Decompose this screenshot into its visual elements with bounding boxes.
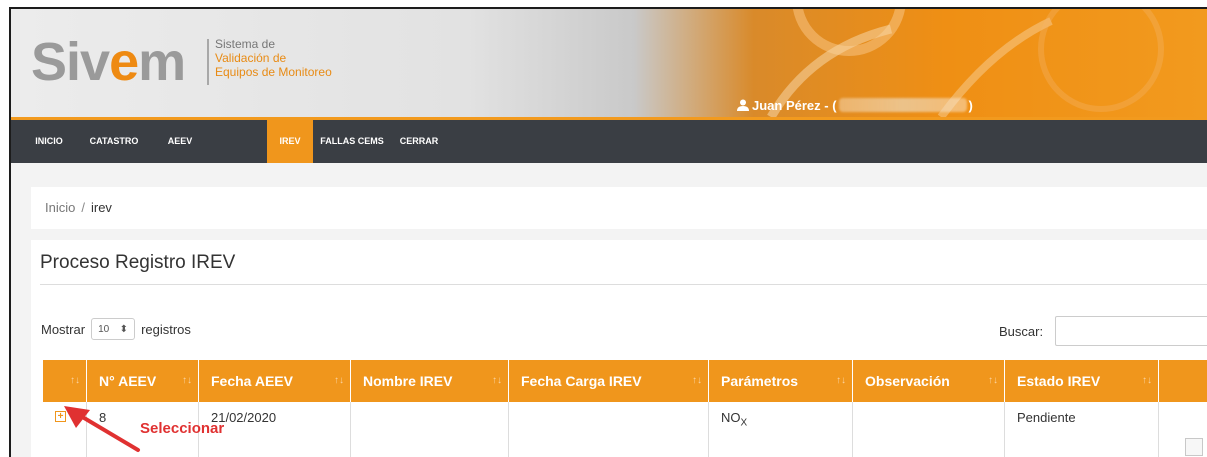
sort-icon: ↑↓ xyxy=(182,375,192,386)
col-observacion[interactable]: Observación ↑↓ xyxy=(853,360,1005,402)
col-parametros[interactable]: Parámetros ↑↓ xyxy=(709,360,853,402)
breadcrumb-separator: / xyxy=(81,200,85,215)
nav-irev[interactable]: IREV xyxy=(267,120,313,163)
page-length-select[interactable]: 10 ⬍ xyxy=(91,318,136,340)
breadcrumb-home[interactable]: Inicio xyxy=(45,200,75,215)
select-arrows-icon: ⬍ xyxy=(119,323,129,335)
sort-icon: ↑↓ xyxy=(692,375,702,386)
col-nombre-irev[interactable]: Nombre IREV ↑↓ xyxy=(351,360,509,402)
banner-decoration xyxy=(767,9,1164,117)
nav-aeev[interactable]: AEEV xyxy=(155,120,205,163)
length-control: Mostrar 10 ⬍ registros xyxy=(41,318,191,340)
col-estado-irev[interactable]: Estado IREV ↑↓ xyxy=(1005,360,1159,402)
user-name: Juan Pérez - ( xyxy=(752,97,837,113)
annotation-label: Seleccionar xyxy=(140,420,225,437)
col-select xyxy=(1159,360,1207,402)
page-length-value: 10 xyxy=(98,323,110,335)
main-nav: INICIO CATASTRO AEEV IREV FALLAS CEMS CE… xyxy=(11,117,1207,163)
app-window: Sivem Sistema de Validación de Equipos d… xyxy=(9,7,1207,457)
title-divider xyxy=(40,284,1207,285)
sort-icon: ↑↓ xyxy=(836,375,846,386)
col-expand[interactable]: ↑↓ xyxy=(43,360,87,402)
col-fecha-carga-irev[interactable]: Fecha Carga IREV ↑↓ xyxy=(509,360,709,402)
sort-icon: ↑↓ xyxy=(1142,375,1152,386)
user-info[interactable]: Juan Pérez - ( ) xyxy=(737,96,973,114)
header-banner: Sivem Sistema de Validación de Equipos d… xyxy=(11,9,1207,117)
cell-estado: Pendiente xyxy=(1005,402,1159,457)
cell-observacion xyxy=(853,402,1005,457)
search-label: Buscar: xyxy=(999,324,1044,339)
table-header: ↑↓ N° AEEV ↑↓ Fecha AEEV ↑↓ Nombre IREV ↑↓ … xyxy=(43,360,1207,402)
row-select-checkbox[interactable] xyxy=(1185,438,1203,456)
col-n-aeev[interactable]: N° AEEV ↑↓ xyxy=(87,360,199,402)
sort-icon: ↑↓ xyxy=(70,375,80,386)
cell-fecha-carga xyxy=(509,402,709,457)
sort-icon: ↑↓ xyxy=(988,375,998,386)
sort-icon: ↑↓ xyxy=(334,375,344,386)
breadcrumb-current: irev xyxy=(90,200,112,215)
user-id-redacted xyxy=(838,98,967,112)
cell-nombre-irev xyxy=(351,402,509,457)
nav-fallas-cems[interactable]: FALLAS CEMS xyxy=(315,120,389,163)
nav-inicio[interactable]: INICIO xyxy=(25,120,73,163)
user-icon xyxy=(737,99,749,111)
sort-icon: ↑↓ xyxy=(492,375,502,386)
length-prefix: Mostrar xyxy=(41,321,86,337)
search-input[interactable] xyxy=(1055,316,1207,346)
logo-subtitle: Sistema de Validación de Equipos de Moni… xyxy=(215,37,332,79)
length-suffix: registros xyxy=(141,321,191,337)
annotation-arrow-icon xyxy=(64,406,140,452)
user-name-close: ) xyxy=(968,97,973,113)
breadcrumb: Inicio / irev xyxy=(31,187,1207,229)
cell-parametros: NOX xyxy=(709,402,853,457)
nav-catastro[interactable]: CATASTRO xyxy=(81,120,147,163)
logo-divider xyxy=(207,39,209,85)
logo-word: Sivem xyxy=(31,32,186,92)
page-title: Proceso Registro IREV xyxy=(40,252,236,273)
col-fecha-aeev[interactable]: Fecha AEEV ↑↓ xyxy=(199,360,351,402)
nav-cerrar[interactable]: CERRAR xyxy=(391,120,447,163)
